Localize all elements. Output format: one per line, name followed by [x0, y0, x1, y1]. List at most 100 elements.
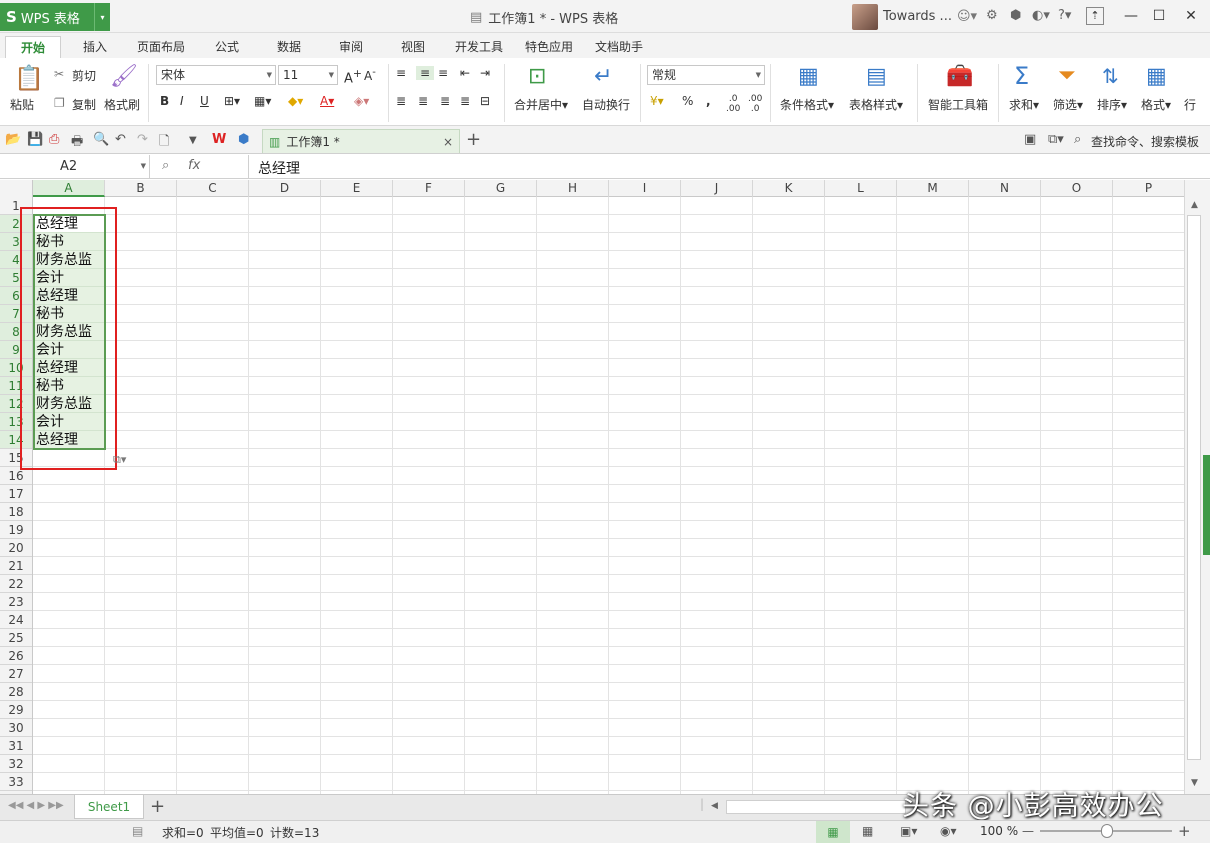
font-name-select[interactable]: 宋体 ▼	[156, 65, 276, 85]
row-header-28[interactable]: 28	[0, 683, 32, 701]
font-color-icon[interactable]: A▾	[320, 94, 334, 108]
app-menu-button[interactable]: S WPS 表格 ▾	[0, 3, 110, 31]
arrange-icon[interactable]: ⧉▾	[1048, 132, 1064, 147]
print-preview-icon[interactable]: 🔍	[93, 132, 109, 147]
increase-font-icon[interactable]: A+	[344, 67, 362, 86]
column-header-c[interactable]: C	[177, 180, 249, 197]
avatar[interactable]	[852, 3, 878, 30]
page-break-view-icon[interactable]: ▦	[862, 824, 873, 838]
row-header-29[interactable]: 29	[0, 701, 32, 719]
copy-icon[interactable]: ❐	[54, 96, 65, 110]
share-icon[interactable]: ⬢	[1010, 8, 1021, 23]
bold-button[interactable]: B	[160, 94, 169, 108]
underline-button[interactable]: U	[200, 94, 209, 108]
zoom-out-button[interactable]: —	[1022, 824, 1034, 838]
fill-color-icon[interactable]: ◆▾	[288, 94, 303, 108]
align-right-icon[interactable]: ≣	[440, 94, 450, 108]
scroll-down-icon[interactable]: ▼	[1191, 778, 1198, 788]
restore-view-icon[interactable]: ⇡	[1086, 7, 1104, 25]
toolbox-icon[interactable]: 🧰	[946, 64, 973, 89]
customize-chevron-icon[interactable]: ▼	[189, 135, 197, 146]
maximize-button[interactable]: ☐	[1148, 6, 1170, 26]
row-header-30[interactable]: 30	[0, 719, 32, 737]
column-header-a[interactable]: A	[33, 180, 105, 197]
add-sheet-button[interactable]: +	[150, 796, 165, 817]
side-panel-toggle[interactable]	[1203, 455, 1210, 555]
wrap-text-button[interactable]: 自动换行	[582, 96, 630, 113]
justify-icon[interactable]: ≣	[460, 94, 470, 108]
column-header-m[interactable]: M	[897, 180, 969, 197]
paste-options-icon[interactable]: ⧉▾	[113, 453, 140, 471]
row-header-32[interactable]: 32	[0, 755, 32, 773]
screen-icon[interactable]: ▣	[1024, 132, 1036, 147]
column-header-f[interactable]: F	[393, 180, 465, 197]
wps-w-icon[interactable]: W	[212, 132, 226, 147]
column-header-e[interactable]: E	[321, 180, 393, 197]
sum-button[interactable]: 求和▾	[1009, 96, 1039, 113]
formula-input[interactable]: 总经理	[258, 158, 300, 178]
undo-icon[interactable]: ↶	[115, 132, 126, 147]
column-header-o[interactable]: O	[1041, 180, 1113, 197]
row-header-26[interactable]: 26	[0, 647, 32, 665]
table-style-icon[interactable]: ▤	[866, 64, 887, 89]
row-header-33[interactable]: 33	[0, 773, 32, 791]
close-button[interactable]: ✕	[1180, 6, 1202, 26]
tab-developer[interactable]: 开发工具	[448, 36, 510, 58]
filter-icon[interactable]: ⏷	[1058, 63, 1076, 88]
comma-button[interactable]: ,	[706, 94, 711, 108]
row-header-22[interactable]: 22	[0, 575, 32, 593]
column-header-i[interactable]: I	[609, 180, 681, 197]
tab-doc-assistant[interactable]: 文档助手	[588, 36, 650, 58]
merge-cells-icon[interactable]: ⊡	[528, 64, 546, 89]
row-header-23[interactable]: 23	[0, 593, 32, 611]
user-account[interactable]: Towards ... ☺▾	[852, 3, 977, 30]
cube-icon[interactable]: ⬢	[238, 132, 249, 147]
row-header-31[interactable]: 31	[0, 737, 32, 755]
align-middle-icon[interactable]: ≡	[416, 66, 434, 80]
save-icon[interactable]: 💾	[27, 132, 43, 147]
close-tab-button[interactable]: ×	[443, 135, 453, 149]
column-header-d[interactable]: D	[249, 180, 321, 197]
font-size-select[interactable]: 11 ▼	[278, 65, 338, 85]
percent-button[interactable]: %	[682, 94, 693, 108]
new-doc-icon[interactable]: 🗋	[159, 132, 169, 154]
tab-special[interactable]: 特色应用	[518, 36, 580, 58]
settings-icon[interactable]: ⚙	[986, 8, 998, 23]
clear-format-icon[interactable]: ◈▾	[354, 94, 369, 108]
sort-button[interactable]: 排序▾	[1097, 96, 1127, 113]
conditional-format-icon[interactable]: ▦	[798, 64, 819, 89]
cell-fill-icon[interactable]: ▦▾	[254, 94, 271, 108]
search-icon[interactable]: ⌕	[1074, 132, 1081, 147]
column-header-h[interactable]: H	[537, 180, 609, 197]
scroll-thumb[interactable]	[1187, 215, 1201, 760]
tab-insert[interactable]: 插入	[72, 36, 118, 58]
row-header-17[interactable]: 17	[0, 485, 32, 503]
sigma-icon[interactable]: Σ	[1014, 62, 1029, 90]
column-header-b[interactable]: B	[105, 180, 177, 197]
row-header-21[interactable]: 21	[0, 557, 32, 575]
row-header-18[interactable]: 18	[0, 503, 32, 521]
paste-button[interactable]: 粘贴	[10, 96, 34, 113]
row-header-24[interactable]: 24	[0, 611, 32, 629]
tab-review[interactable]: 审阅	[330, 36, 372, 58]
column-header-k[interactable]: K	[753, 180, 825, 197]
column-header-j[interactable]: J	[681, 180, 753, 197]
row-header-27[interactable]: 27	[0, 665, 32, 683]
minimize-button[interactable]: —	[1120, 6, 1142, 26]
increase-indent-icon[interactable]: ⇥	[480, 66, 490, 80]
format-button[interactable]: 格式▾	[1141, 96, 1171, 113]
align-center-icon[interactable]: ≣	[418, 94, 428, 108]
tab-data[interactable]: 数据	[268, 36, 310, 58]
row-header-19[interactable]: 19	[0, 521, 32, 539]
align-top-icon[interactable]: ≡	[396, 66, 406, 80]
reading-mode-icon[interactable]: ◉▾	[940, 824, 957, 838]
column-header-p[interactable]: P	[1113, 180, 1184, 197]
column-header-n[interactable]: N	[969, 180, 1041, 197]
tab-view[interactable]: 视图	[392, 36, 434, 58]
wrap-text-icon[interactable]: ↵	[594, 64, 612, 89]
horizontal-scrollbar[interactable]	[726, 800, 906, 814]
tab-page-layout[interactable]: 页面布局	[130, 36, 192, 58]
decrease-indent-icon[interactable]: ⇤	[460, 66, 470, 80]
format-painter-button[interactable]: 格式刷	[104, 96, 140, 113]
select-all-corner[interactable]	[0, 180, 33, 197]
